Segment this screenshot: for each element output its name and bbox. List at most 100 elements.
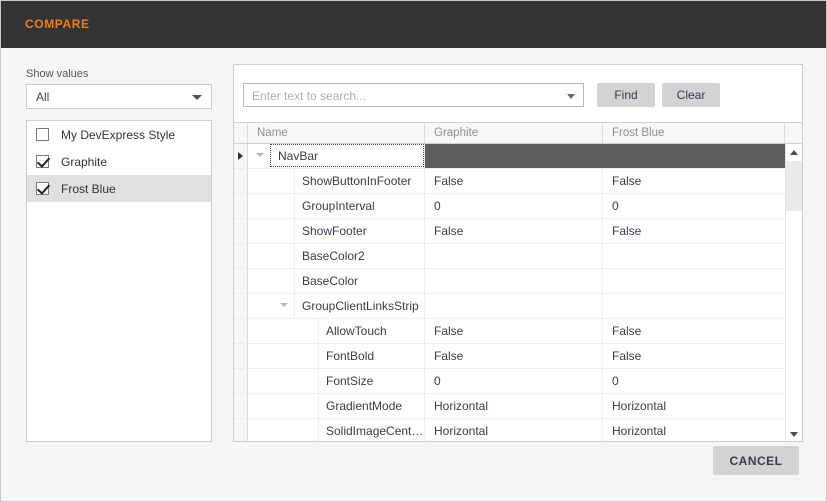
show-values-select[interactable]: All (26, 84, 212, 109)
find-button[interactable]: Find (597, 83, 655, 107)
cell-frost-blue-value[interactable]: Horizontal (603, 394, 785, 418)
table-row[interactable]: SolidImageCenterG...HorizontalHorizontal (234, 419, 785, 441)
cell-name[interactable]: SolidImageCenterG... (248, 419, 425, 441)
cell-name[interactable]: NavBar (248, 144, 425, 168)
cell-name[interactable]: BaseColor2 (248, 244, 425, 268)
style-list-item-label: Frost Blue (61, 181, 116, 196)
table-row[interactable]: AllowTouch False False (234, 319, 785, 344)
style-checklist[interactable]: My DevExpress Style Graphite Frost Blue (26, 120, 212, 442)
table-row[interactable]: GradientMode Horizontal Horizontal (234, 394, 785, 419)
cell-graphite-value[interactable] (425, 244, 603, 268)
dialog-titlebar: COMPARE (1, 1, 826, 48)
cell-graphite-value[interactable] (425, 269, 603, 293)
cell-name[interactable]: GroupClientLinksStrip (248, 294, 425, 318)
search-placeholder: Enter text to search... (252, 89, 367, 103)
style-list-item[interactable]: Graphite (27, 148, 211, 175)
table-row[interactable]: GroupClientLinksStrip (234, 294, 785, 319)
cell-name[interactable]: BaseColor (248, 269, 425, 293)
scroll-down-icon[interactable] (786, 426, 802, 441)
row-indicator-cell (234, 319, 248, 343)
search-toolbar: Enter text to search... Find Clear (234, 65, 802, 122)
cell-graphite-value[interactable] (425, 294, 603, 318)
clear-button[interactable]: Clear (662, 83, 720, 107)
cell-graphite-value[interactable] (425, 144, 603, 168)
row-indicator-cell (234, 344, 248, 368)
tree-expander-icon[interactable] (256, 153, 264, 157)
cell-graphite-value[interactable]: Horizontal (425, 419, 603, 441)
grid-body: NavBar ShowButtonInFooter False False GroupI… (234, 144, 785, 441)
cell-frost-blue-value[interactable]: False (603, 319, 785, 343)
style-list-item[interactable]: My DevExpress Style (27, 121, 211, 148)
checkbox-checked-icon[interactable] (36, 182, 49, 195)
cell-frost-blue-value[interactable] (603, 269, 785, 293)
chevron-down-icon[interactable] (567, 94, 575, 99)
cell-name-label: GradientMode (318, 394, 424, 418)
row-indicator-cell (234, 369, 248, 393)
cell-graphite-value[interactable]: Horizontal (425, 394, 603, 418)
row-indicator-cell (234, 194, 248, 218)
table-row[interactable]: GroupInterval 0 0 (234, 194, 785, 219)
cancel-button[interactable]: CANCEL (713, 446, 799, 475)
cell-name[interactable]: GroupInterval (248, 194, 425, 218)
cell-graphite-value[interactable]: False (425, 344, 603, 368)
checkbox-checked-icon[interactable] (36, 155, 49, 168)
cell-graphite-value[interactable]: False (425, 169, 603, 193)
cell-frost-blue-value[interactable]: False (603, 219, 785, 243)
table-row[interactable]: FontBold False False (234, 344, 785, 369)
scroll-up-icon[interactable] (786, 144, 802, 160)
cell-name-label: SolidImageCenterG... (318, 419, 424, 441)
cell-graphite-value[interactable]: False (425, 319, 603, 343)
cell-name[interactable]: ShowButtonInFooter (248, 169, 425, 193)
cell-frost-blue-value[interactable]: False (603, 344, 785, 368)
grid-header-graphite[interactable]: Graphite (425, 123, 603, 143)
row-indicator-cell (234, 394, 248, 418)
cell-frost-blue-value[interactable] (603, 244, 785, 268)
cell-frost-blue-value[interactable]: 0 (603, 369, 785, 393)
current-row-arrow-icon (238, 152, 243, 160)
grid-header-frost-blue[interactable]: Frost Blue (603, 123, 785, 143)
checkbox-unchecked-icon[interactable] (36, 128, 49, 141)
cell-frost-blue-value[interactable]: 0 (603, 194, 785, 218)
cell-name-label: NavBar (270, 144, 424, 167)
grid-header-name[interactable]: Name (248, 123, 425, 143)
cell-name-label: FontBold (318, 344, 424, 368)
cell-name[interactable]: ShowFooter (248, 219, 425, 243)
style-list-item-label: Graphite (61, 154, 108, 169)
style-list-item-label: My DevExpress Style (61, 127, 176, 142)
scrollbar-thumb[interactable] (786, 161, 802, 211)
right-panel: Enter text to search... Find Clear Name … (233, 64, 803, 442)
cell-name[interactable]: AllowTouch (248, 319, 425, 343)
cell-name-label: ShowButtonInFooter (294, 169, 424, 193)
cell-frost-blue-value[interactable]: False (603, 169, 785, 193)
show-values-label: Show values (26, 68, 89, 80)
cell-name[interactable]: GradientMode (248, 394, 425, 418)
cell-name-label: FontSize (318, 369, 424, 393)
left-panel: Show values All My DevExpress Style Graph… (1, 48, 228, 501)
row-indicator-cell (234, 419, 248, 441)
property-compare-grid: Name Graphite Frost Blue NavBar ShowButto… (234, 122, 802, 441)
cell-name-label: BaseColor (294, 269, 424, 293)
cell-graphite-value[interactable]: 0 (425, 369, 603, 393)
search-input[interactable]: Enter text to search... (243, 83, 584, 107)
table-row[interactable]: BaseColor (234, 269, 785, 294)
cell-graphite-value[interactable]: 0 (425, 194, 603, 218)
cell-frost-blue-value[interactable] (603, 144, 785, 168)
cell-name[interactable]: FontSize (248, 369, 425, 393)
row-indicator-cell (234, 219, 248, 243)
row-indicator-cell (234, 269, 248, 293)
table-row[interactable]: FontSize 0 0 (234, 369, 785, 394)
tree-expander-icon[interactable] (280, 303, 288, 307)
cell-frost-blue-value[interactable] (603, 294, 785, 318)
cell-name-label: BaseColor2 (294, 244, 424, 268)
table-row[interactable]: ShowFooter False False (234, 219, 785, 244)
style-list-item[interactable]: Frost Blue (27, 175, 211, 202)
table-row[interactable]: ShowButtonInFooter False False (234, 169, 785, 194)
cell-frost-blue-value[interactable]: Horizontal (603, 419, 785, 441)
row-indicator-cell (234, 169, 248, 193)
cell-graphite-value[interactable]: False (425, 219, 603, 243)
table-row[interactable]: BaseColor2 (234, 244, 785, 269)
vertical-scrollbar[interactable] (785, 144, 802, 441)
cell-name-label: GroupClientLinksStrip (294, 294, 424, 318)
cell-name[interactable]: FontBold (248, 344, 425, 368)
table-row[interactable]: NavBar (234, 144, 785, 169)
